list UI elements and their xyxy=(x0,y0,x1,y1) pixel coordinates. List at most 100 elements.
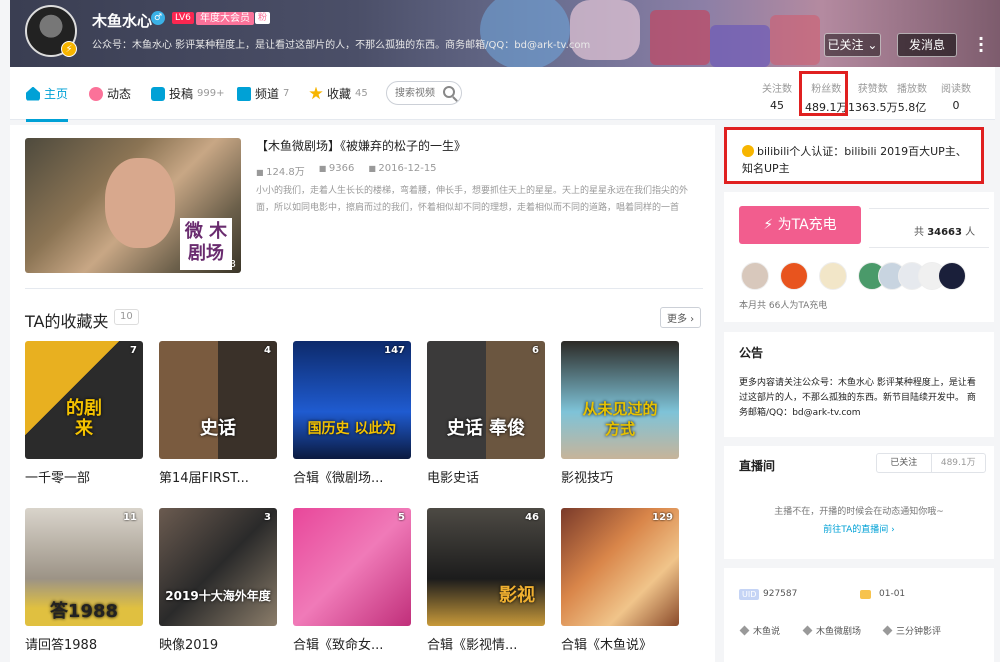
live-room-link-label: 前往TA的直播间 xyxy=(823,525,889,535)
cover-caption: 答1988 xyxy=(49,601,119,622)
banner-art xyxy=(770,15,820,65)
follow-button-label: 已关注 xyxy=(827,38,864,52)
tab-label: 主页 xyxy=(44,87,69,101)
notice-content: 更多内容请关注公众号：木鱼水心 影评某种程度上，是让看过这部片的人，不那么孤独的… xyxy=(739,378,976,418)
tab-dynamic[interactable]: 动态 xyxy=(89,85,131,102)
tab-uploads[interactable]: 投稿 999+ xyxy=(151,85,224,102)
folder-cover: 5 xyxy=(293,508,411,626)
favorite-folder[interactable]: 46 影视 合辑《影视情... xyxy=(427,508,545,653)
stat-label: 关注数 xyxy=(762,84,792,95)
favorites-more-button[interactable]: 更多 › xyxy=(660,307,702,328)
banner-art xyxy=(570,0,640,60)
signature: 公众号：木鱼水心 影评某种程度上，是让看过这部片的人，不那么孤独的东西。商务邮箱… xyxy=(92,40,591,51)
favorite-folder[interactable]: 11 答1988 请回答1988 xyxy=(25,508,143,653)
user-tag[interactable]: 三分钟影评 xyxy=(884,624,941,637)
featured-video-meta: 124.8万 9366 2016-12-15 xyxy=(256,163,436,178)
favorite-folder[interactable]: 6 史话 奉俊 电影史话 xyxy=(427,341,545,486)
user-tag[interactable]: 木鱼说 xyxy=(741,624,780,637)
favorite-folder[interactable]: 从未见过的 方式 影视技巧 xyxy=(561,341,679,486)
tab-label: 投稿 xyxy=(169,87,194,101)
search-icon[interactable] xyxy=(443,86,455,98)
folder-cover: 147 国历史 以此为 xyxy=(293,341,411,459)
message-button[interactable]: 发消息 xyxy=(897,33,957,57)
folder-title: 电影史话 xyxy=(427,471,480,486)
charge-total-prefix: 共 xyxy=(914,227,924,238)
avatar[interactable] xyxy=(938,262,966,290)
star-icon xyxy=(309,86,323,100)
charge-panel: ⚡ 为TA充电 共 34663 人 本月共 66人为TA充电 xyxy=(724,192,994,322)
live-follow-label: 已关注 xyxy=(890,458,918,468)
folder-title: 请回答1988 xyxy=(25,638,98,653)
banner-art xyxy=(480,0,570,67)
live-title: 直播间 xyxy=(739,459,776,473)
fan-badge: 粉 xyxy=(255,12,271,24)
banner-art xyxy=(710,25,770,67)
play-count: 124.8万 xyxy=(256,163,305,178)
tab-favorites[interactable]: 收藏 45 xyxy=(309,85,368,102)
folder-count: 147 xyxy=(384,345,405,356)
favorite-folder[interactable]: 5 合辑《致命女... xyxy=(293,508,411,653)
favorites-heading: TA的收藏夹 xyxy=(25,312,109,331)
channel-icon xyxy=(237,86,251,101)
favorites-count: 10 xyxy=(114,309,139,325)
folder-title: 合辑《木鱼说》 xyxy=(561,638,653,653)
tab-home[interactable]: 主页 xyxy=(26,85,69,122)
dynamic-icon xyxy=(89,86,103,101)
live-follow-button[interactable]: 已关注 489.1万 xyxy=(876,453,986,473)
stat-value: 5.8亿 xyxy=(897,101,927,114)
more-label: 更多 xyxy=(667,314,687,325)
stat-reads: 阅读数 0 xyxy=(941,80,971,112)
favorite-folder[interactable]: 129 合辑《木鱼说》 xyxy=(561,508,679,653)
folder-cover: 46 影视 xyxy=(427,508,545,626)
video-duration: 13:23 xyxy=(207,259,236,270)
cover-caption: 国历史 以此为 xyxy=(307,421,397,437)
more-menu-icon[interactable]: · · · xyxy=(978,31,984,59)
favorite-folder[interactable]: 7 的剧 来 一千零一部 xyxy=(25,341,143,486)
stat-label: 获赞数 xyxy=(857,84,888,95)
charge-button[interactable]: ⚡ 为TA充电 xyxy=(739,206,861,244)
live-room-link[interactable]: 前往TA的直播间 › xyxy=(724,522,994,535)
featured-video-description: 小小的我们，走着人生长长的楼梯，弯着腰，伸长手，想要抓住天上的星星。天上的星星永… xyxy=(256,186,689,213)
follow-button[interactable]: 已关注 ⌄ xyxy=(824,33,881,57)
stat-following[interactable]: 关注数 45 xyxy=(762,80,792,112)
avatar[interactable] xyxy=(819,262,847,290)
fans-highlight-box xyxy=(799,71,848,116)
tab-label: 频道 xyxy=(255,87,280,101)
notice-title: 公告 xyxy=(739,346,764,360)
avatar[interactable]: ⚡ xyxy=(25,5,77,57)
vip-badge[interactable]: 年度大会员 xyxy=(196,12,254,25)
avatar[interactable] xyxy=(780,262,808,290)
divider xyxy=(25,288,703,289)
charge-total: 共 34663 人 xyxy=(914,223,975,238)
stat-label: 阅读数 xyxy=(941,84,971,95)
birthday-value: 01-01 xyxy=(879,589,906,599)
favorite-folder[interactable]: 4 史话 第14届FIRST... xyxy=(159,341,277,486)
favorite-folder[interactable]: 3 2019十大海外年度 映像2019 xyxy=(159,508,277,653)
folder-cover: 从未见过的 方式 xyxy=(561,341,679,459)
cover-caption: 从未见过的 方式 xyxy=(582,400,658,438)
folder-count: 11 xyxy=(123,512,137,523)
main-content: 微 木剧场 13:23 【木鱼微剧场】《被嫌弃的松子的一生》 124.8万 93… xyxy=(10,125,715,662)
user-tag[interactable]: 木鱼微剧场 xyxy=(804,624,861,637)
tab-channels[interactable]: 频道 7 xyxy=(237,85,289,102)
banner-art xyxy=(650,10,710,65)
folder-title: 第14届FIRST... xyxy=(159,471,249,486)
level-badge: LV6 xyxy=(172,12,194,24)
avatar[interactable] xyxy=(741,262,769,290)
featured-video-title[interactable]: 【木鱼微剧场】《被嫌弃的松子的一生》 xyxy=(256,137,466,154)
verification-label: bilibili个人认证：bilibili 2019百大UP主、知名UP主 xyxy=(742,145,967,175)
notice-panel: 公告 更多内容请关注公众号：木鱼水心 影评某种程度上，是让看过这部片的人，不那么… xyxy=(724,332,994,437)
featured-video-thumbnail[interactable]: 微 木剧场 13:23 xyxy=(25,138,241,273)
tab-label: 动态 xyxy=(107,87,132,101)
charge-month-text: 本月共 66人为TA充电 xyxy=(739,301,828,311)
verified-badge-icon: ⚡ xyxy=(61,41,77,57)
stat-likes: 获赞数 1363.5万 xyxy=(848,80,898,115)
username: 木鱼水心 xyxy=(92,12,153,30)
folder-title: 一千零一部 xyxy=(25,471,91,486)
stat-value: 1363.5万 xyxy=(848,101,898,114)
folder-count: 6 xyxy=(532,345,539,356)
favorite-folder[interactable]: 147 国历史 以此为 合辑《微剧场... xyxy=(293,341,411,486)
stat-label: 播放数 xyxy=(897,84,927,95)
birthday-cake-icon xyxy=(860,590,871,599)
live-offline-tip: 主播不在，开播的时候会在动态通知你哦~ xyxy=(774,507,944,517)
